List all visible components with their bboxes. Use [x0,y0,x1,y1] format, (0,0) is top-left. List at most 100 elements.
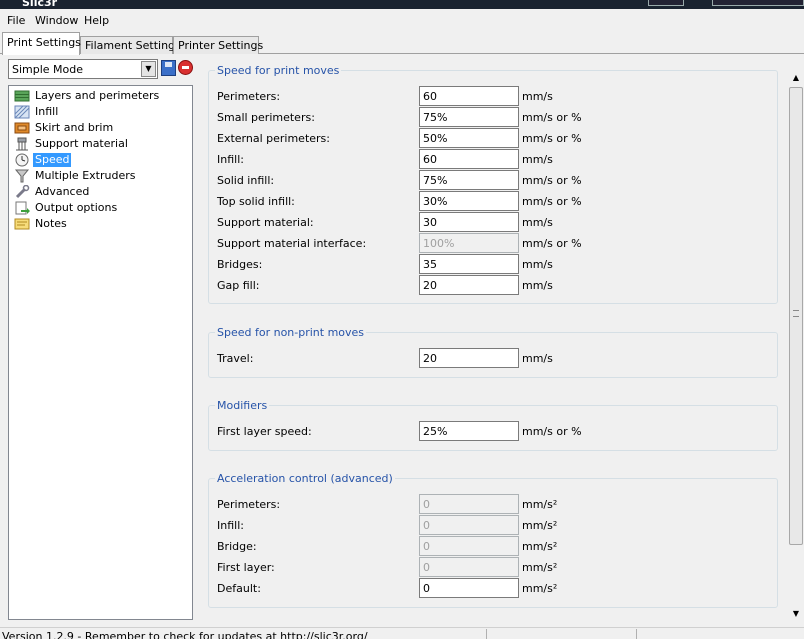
tab-print-settings[interactable]: Print Settings [2,32,81,55]
setting-label: First layer speed: [217,425,312,438]
setting-unit: mm/s² [522,582,558,595]
first-layer-acceleration-input: 0 [419,557,519,577]
tab-filament-settings[interactable]: Filament Settings [80,36,181,54]
setting-label: External perimeters: [217,132,330,145]
small-perimeters-speed-input[interactable]: 75% [419,107,519,127]
setting-unit: mm/s² [522,519,558,532]
bridges-speed-input[interactable]: 35 [419,254,519,274]
vertical-scrollbar[interactable]: ▲ ▼ [788,70,804,622]
support-material-interface-speed-input: 100% [419,233,519,253]
infill-speed-input[interactable]: 60 [419,149,519,169]
default-acceleration-input[interactable]: 0 [419,578,519,598]
setting-label: First layer: [217,561,275,574]
sidebar-item-label: Notes [35,217,67,230]
solid-infill-speed-input[interactable]: 75% [419,170,519,190]
setting-unit: mm/s [522,216,553,229]
setting-unit: mm/s² [522,540,558,553]
travel-speed-input[interactable]: 20 [419,348,519,368]
setting-row-solid-infill: Solid infill: 75% mm/s or % [217,170,767,190]
group-modifiers: Modifiers First layer speed: 25% mm/s or… [208,399,778,451]
setting-unit: mm/s or % [522,174,582,187]
group-speed-print-moves: Speed for print moves Perimeters: 60 mm/… [208,64,778,304]
wrench-icon [15,185,30,199]
setting-row-infill-acceleration: Infill: 0 mm/s² [217,515,767,535]
chevron-down-icon[interactable]: ▼ [141,61,156,77]
funnel-icon [14,169,30,183]
gap-fill-speed-input[interactable]: 20 [419,275,519,295]
skirt-brim-icon [14,122,30,134]
setting-unit: mm/s [522,258,553,271]
menu-bar: File Window Help [0,9,804,32]
setting-label: Infill: [217,519,244,532]
delete-preset-icon[interactable] [178,60,193,75]
setting-row-top-solid-infill: Top solid infill: 30% mm/s or % [217,191,767,211]
top-solid-infill-speed-input[interactable]: 30% [419,191,519,211]
preset-select[interactable]: Simple Mode ▼ [8,59,158,79]
minimize-button[interactable] [648,0,684,6]
sidebar-item-label: Support material [35,137,128,150]
settings-page-list: Layers and perimeters Infill Skirt and b… [8,85,193,620]
support-material-icon [16,137,28,151]
setting-label: Bridges: [217,258,263,271]
scrollbar-thumb[interactable] [789,87,803,545]
setting-row-perimeter-acceleration: Perimeters: 0 mm/s² [217,494,767,514]
tab-strip: Print Settings Filament Settings Printer… [0,32,804,55]
setting-row-gap-fill: Gap fill: 20 mm/s [217,275,767,295]
settings-scroll-pane: Speed for print moves Perimeters: 60 mm/… [200,54,804,627]
window-title: Slic3r [22,0,58,9]
setting-unit: mm/s² [522,498,558,511]
setting-row-bridge-acceleration: Bridge: 0 mm/s² [217,536,767,556]
layers-icon [14,90,30,102]
setting-row-support-material: Support material: 30 mm/s [217,212,767,232]
title-bar: Slic3r [0,0,804,9]
menu-help[interactable]: Help [84,14,109,27]
setting-row-bridges: Bridges: 35 mm/s [217,254,767,274]
sidebar-item-label: Infill [35,105,59,118]
setting-row-support-material-interface: Support material interface: 100% mm/s or… [217,233,767,253]
infill-acceleration-input: 0 [419,515,519,535]
support-material-speed-input[interactable]: 30 [419,212,519,232]
group-title: Speed for non-print moves [215,326,367,339]
setting-row-default-acceleration: Default: 0 mm/s² [217,578,767,598]
setting-unit: mm/s or % [522,237,582,250]
sidebar-item-label: Layers and perimeters [35,89,160,102]
menu-file[interactable]: File [7,14,25,27]
notes-icon [14,218,30,230]
setting-row-small-perimeters: Small perimeters: 75% mm/s or % [217,107,767,127]
setting-row-infill: Infill: 60 mm/s [217,149,767,169]
setting-label: Solid infill: [217,174,275,187]
setting-label: Travel: [217,352,254,365]
sidebar-item-label: Output options [35,201,118,214]
scroll-up-icon[interactable]: ▲ [788,70,804,86]
perimeter-acceleration-input: 0 [419,494,519,514]
setting-label: Infill: [217,153,244,166]
sidebar-item-label: Multiple Extruders [35,169,136,182]
setting-unit: mm/s [522,153,553,166]
scroll-down-icon[interactable]: ▼ [788,606,804,622]
save-preset-icon[interactable] [161,60,176,76]
setting-label: Perimeters: [217,498,281,511]
menu-window[interactable]: Window [35,14,78,27]
setting-label: Support material: [217,216,314,229]
group-acceleration-control: Acceleration control (advanced) Perimete… [208,472,778,608]
tab-printer-settings[interactable]: Printer Settings [173,36,263,54]
setting-label: Top solid infill: [217,195,295,208]
setting-label: Support material interface: [217,237,367,250]
status-separator [486,629,487,639]
setting-row-perimeters: Perimeters: 60 mm/s [217,86,767,106]
status-separator [636,629,637,639]
setting-label: Perimeters: [217,90,281,103]
external-perimeters-speed-input[interactable]: 50% [419,128,519,148]
group-speed-non-print-moves: Speed for non-print moves Travel: 20 mm/… [208,326,778,378]
close-button[interactable] [712,0,804,6]
setting-row-first-layer-speed: First layer speed: 25% mm/s or % [217,421,767,441]
first-layer-speed-input[interactable]: 25% [419,421,519,441]
sidebar-item-label: Advanced [35,185,90,198]
clock-icon [15,153,29,167]
setting-unit: mm/s or % [522,195,582,208]
setting-unit: mm/s² [522,561,558,574]
setting-row-travel: Travel: 20 mm/s [217,348,767,368]
status-bar: Version 1.2.9 - Remember to check for up… [0,627,804,639]
setting-label: Bridge: [217,540,257,553]
perimeters-speed-input[interactable]: 60 [419,86,519,106]
